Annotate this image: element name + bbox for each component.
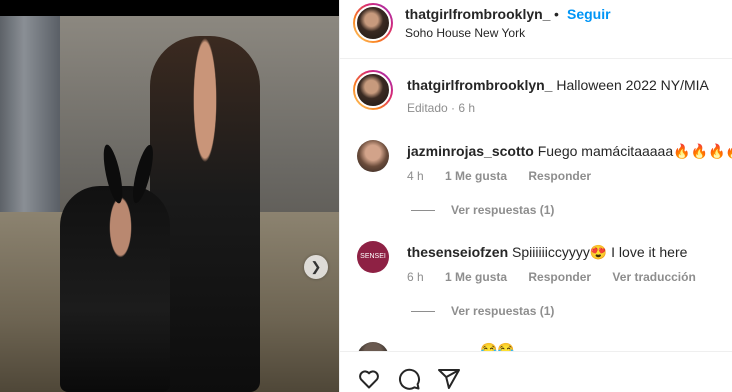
- view-replies-label: Ver respuestas (1): [451, 304, 555, 318]
- comment-time: 6 h: [407, 270, 424, 284]
- replies-dash: [411, 311, 435, 313]
- comment-text: Fuego mamácitaaaaa🔥🔥🔥🔥: [537, 143, 732, 159]
- comment-icon[interactable]: [397, 367, 421, 391]
- commenter-avatar[interactable]: SENSEI: [357, 241, 389, 273]
- replies-dash: [411, 210, 435, 212]
- caption-edited: Editado · 6 h: [407, 101, 476, 115]
- reply-button[interactable]: Responder: [528, 270, 591, 284]
- author-username[interactable]: thatgirlfrombrooklyn_: [405, 6, 550, 22]
- view-replies-button[interactable]: Ver respuestas (1): [411, 304, 554, 318]
- bunny-ears: [99, 143, 160, 214]
- comment-text: Spiiiiiiccyyyy😍 I love it here: [512, 244, 688, 260]
- reply-button[interactable]: Responder: [528, 169, 591, 183]
- action-bar: [340, 351, 732, 392]
- chevron-right-icon[interactable]: ❯: [304, 255, 328, 279]
- caption-line: thatgirlfrombrooklyn_ Halloween 2022 NY/…: [407, 77, 709, 93]
- comment-actions: 6 h 1 Me gusta Responder Ver traducción: [407, 270, 714, 284]
- translate-button[interactable]: Ver traducción: [612, 270, 695, 284]
- comment-username[interactable]: jazminrojas_scotto: [407, 143, 534, 159]
- comment-item-partial: 😂😂: [340, 336, 732, 352]
- view-replies-button[interactable]: Ver respuestas (1): [411, 203, 554, 217]
- comment-line: jazminrojas_scotto Fuego mamácitaaaaa🔥🔥🔥…: [407, 143, 732, 160]
- caption-text: Halloween 2022 NY/MIA: [556, 77, 709, 93]
- commenter-avatar[interactable]: [357, 140, 389, 172]
- post-details-panel: thatgirlfrombrooklyn_ • Seguir Soho Hous…: [339, 0, 732, 392]
- view-replies-label: Ver respuestas (1): [451, 203, 555, 217]
- post-header: thatgirlfrombrooklyn_ • Seguir Soho Hous…: [340, 0, 732, 59]
- follow-button[interactable]: Seguir: [567, 6, 611, 22]
- comment-actions: 4 h 1 Me gusta Responder: [407, 169, 609, 183]
- caption-avatar[interactable]: [353, 70, 393, 110]
- post-location[interactable]: Soho House New York: [405, 26, 525, 40]
- photo-person-kneeling: [60, 186, 170, 392]
- comment-line: thesenseiofzen Spiiiiiiccyyyy😍 I love it…: [407, 244, 687, 261]
- caption-username[interactable]: thatgirlfrombrooklyn_: [407, 77, 552, 93]
- comment-time: 4 h: [407, 169, 424, 183]
- post-photo[interactable]: ❯: [0, 16, 339, 392]
- comment-likes[interactable]: 1 Me gusta: [445, 169, 507, 183]
- author-avatar[interactable]: [353, 3, 393, 43]
- comment-likes[interactable]: 1 Me gusta: [445, 270, 507, 284]
- comment-username[interactable]: thesenseiofzen: [407, 244, 508, 260]
- top-bar: [0, 0, 339, 16]
- separator-dot: •: [554, 6, 559, 22]
- heart-icon[interactable]: [357, 367, 381, 391]
- share-icon[interactable]: [437, 367, 461, 391]
